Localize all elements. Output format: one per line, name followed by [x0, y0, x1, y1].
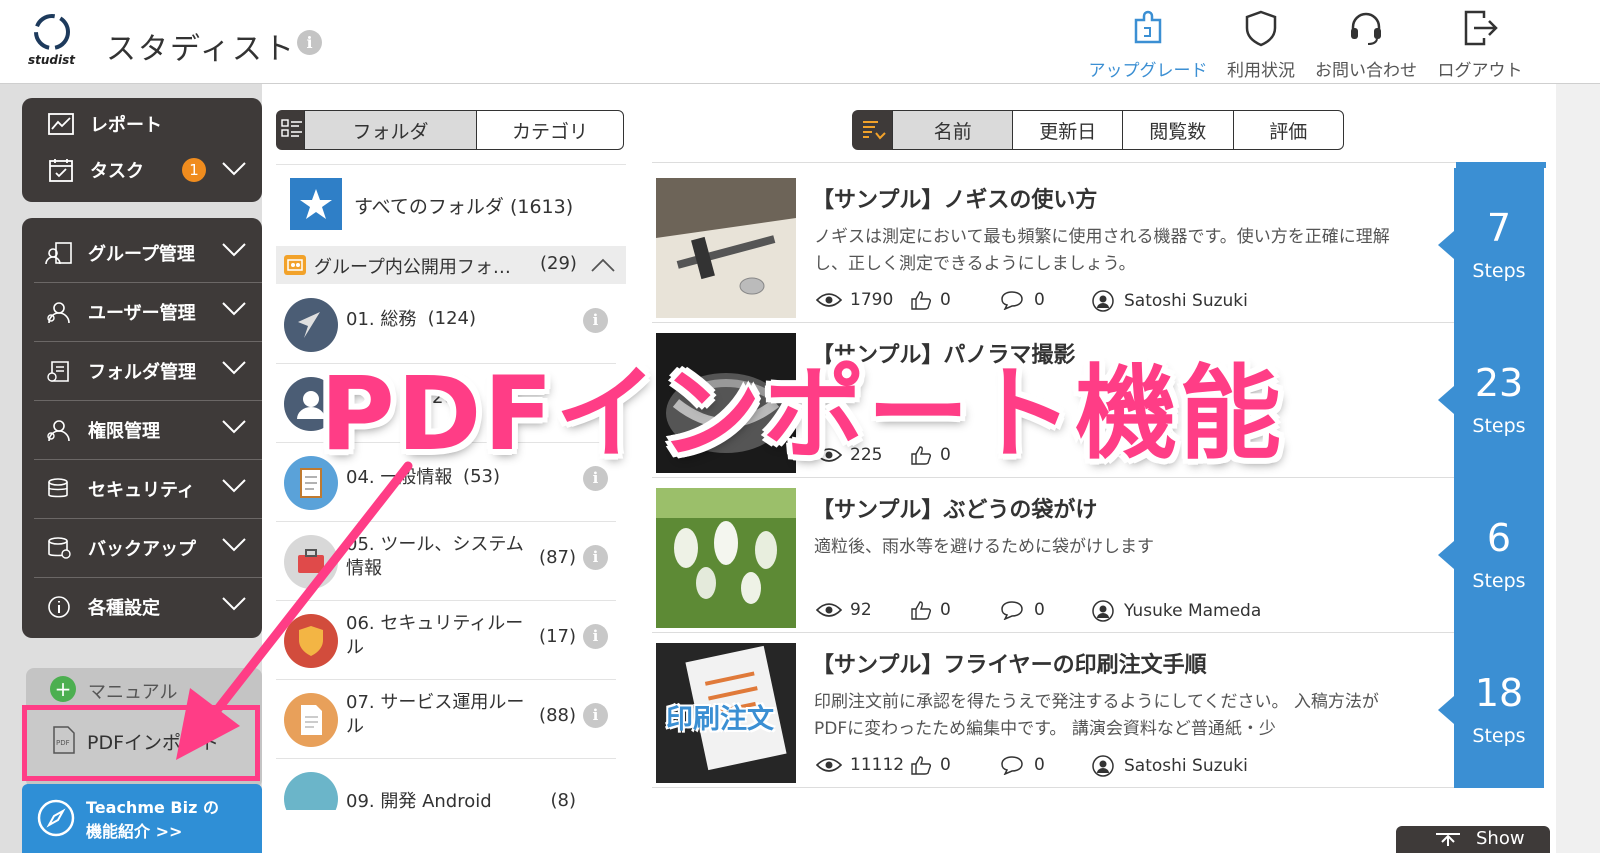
overlay-caption: PDFインポート機能	[320, 355, 1284, 474]
